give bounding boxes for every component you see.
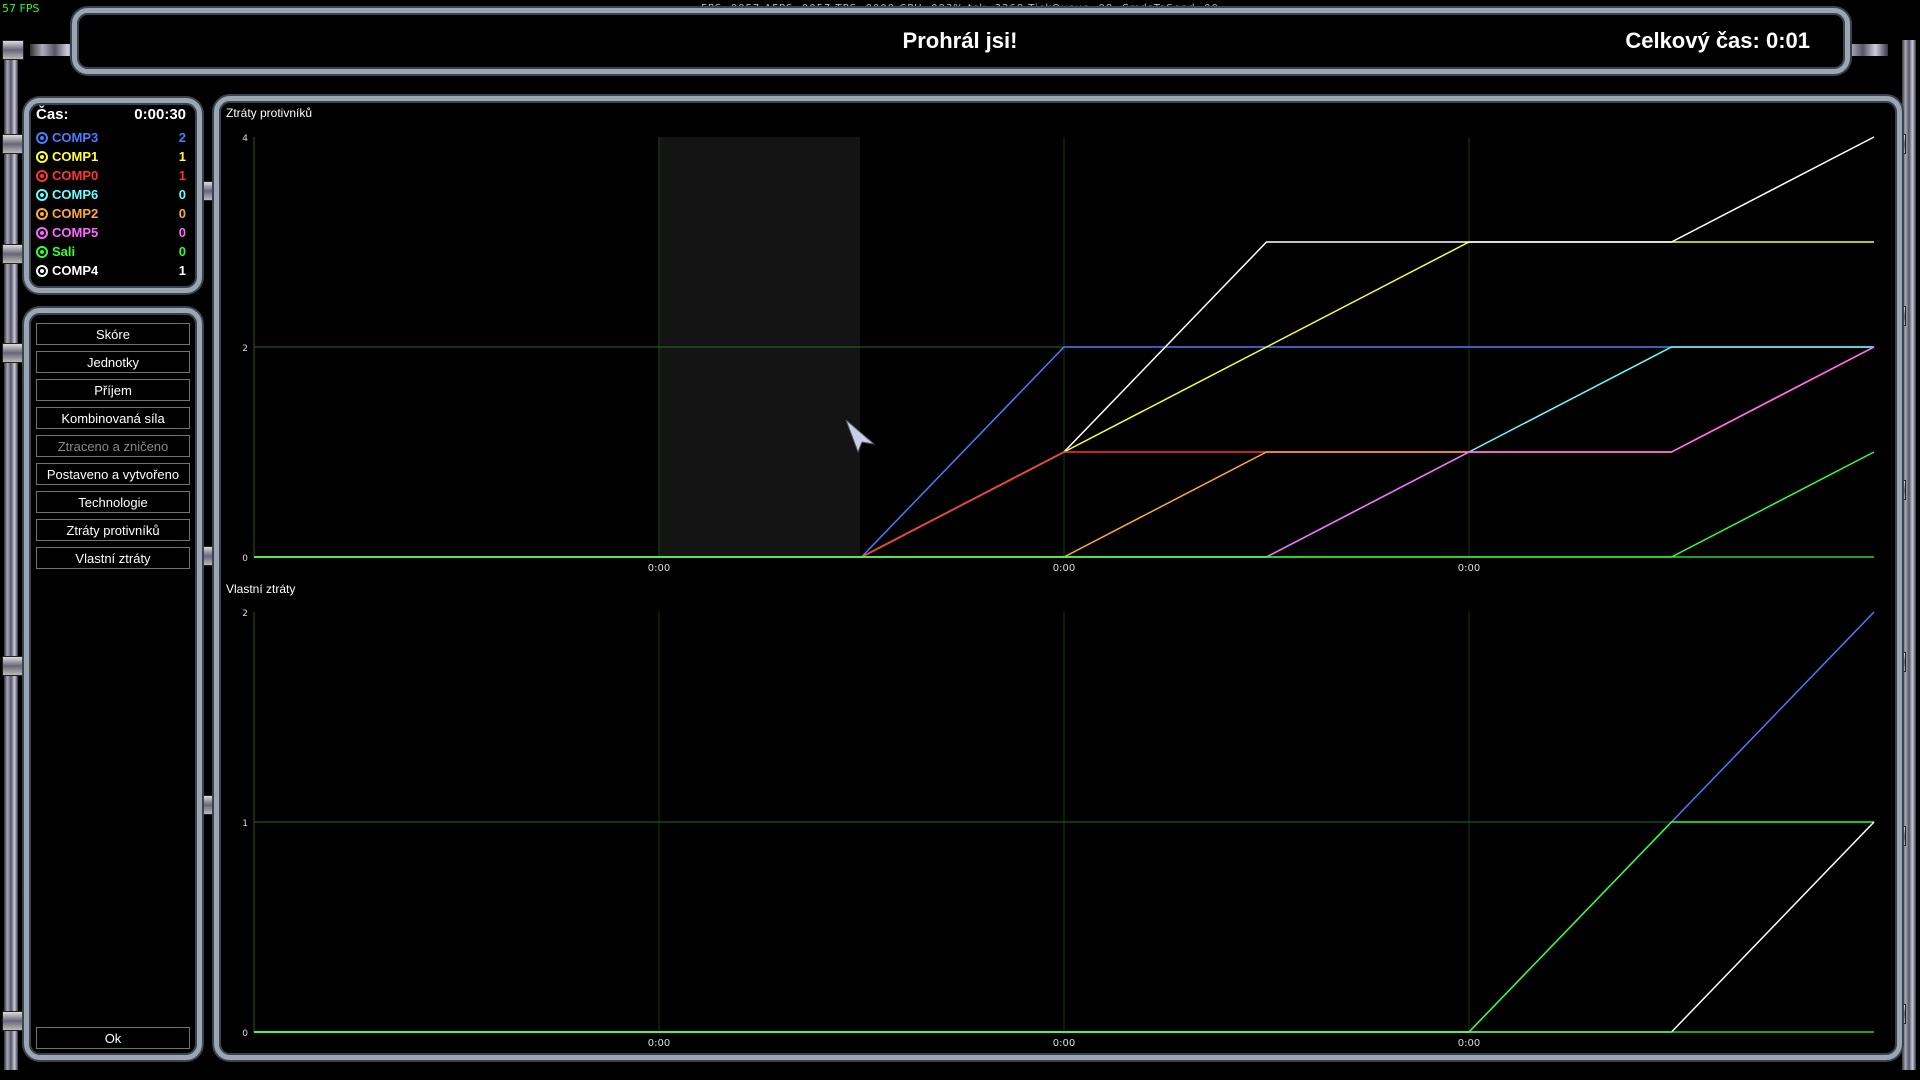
- y-tick-label: 4: [242, 134, 248, 144]
- x-tick-label: 0:00: [648, 563, 670, 574]
- y-tick-label: 1: [242, 819, 248, 829]
- y-tick-label: 0: [242, 554, 248, 564]
- x-tick-label: 0:00: [1458, 1038, 1480, 1049]
- x-tick-label: 0:00: [1053, 1038, 1075, 1049]
- charts-svg: 0:00 0:00 0:00 0 2 4 0:00 0:00 0:00 0 1 2: [242, 134, 1875, 1049]
- x-tick-label: 0:00: [1458, 563, 1480, 574]
- x-tick-label: 0:00: [648, 1038, 670, 1049]
- y-tick-label: 0: [242, 1029, 248, 1039]
- x-tick-label: 0:00: [1053, 563, 1075, 574]
- y-tick-label: 2: [242, 344, 248, 354]
- mouse-cursor-icon: [845, 419, 876, 454]
- y-tick-label: 2: [242, 609, 248, 619]
